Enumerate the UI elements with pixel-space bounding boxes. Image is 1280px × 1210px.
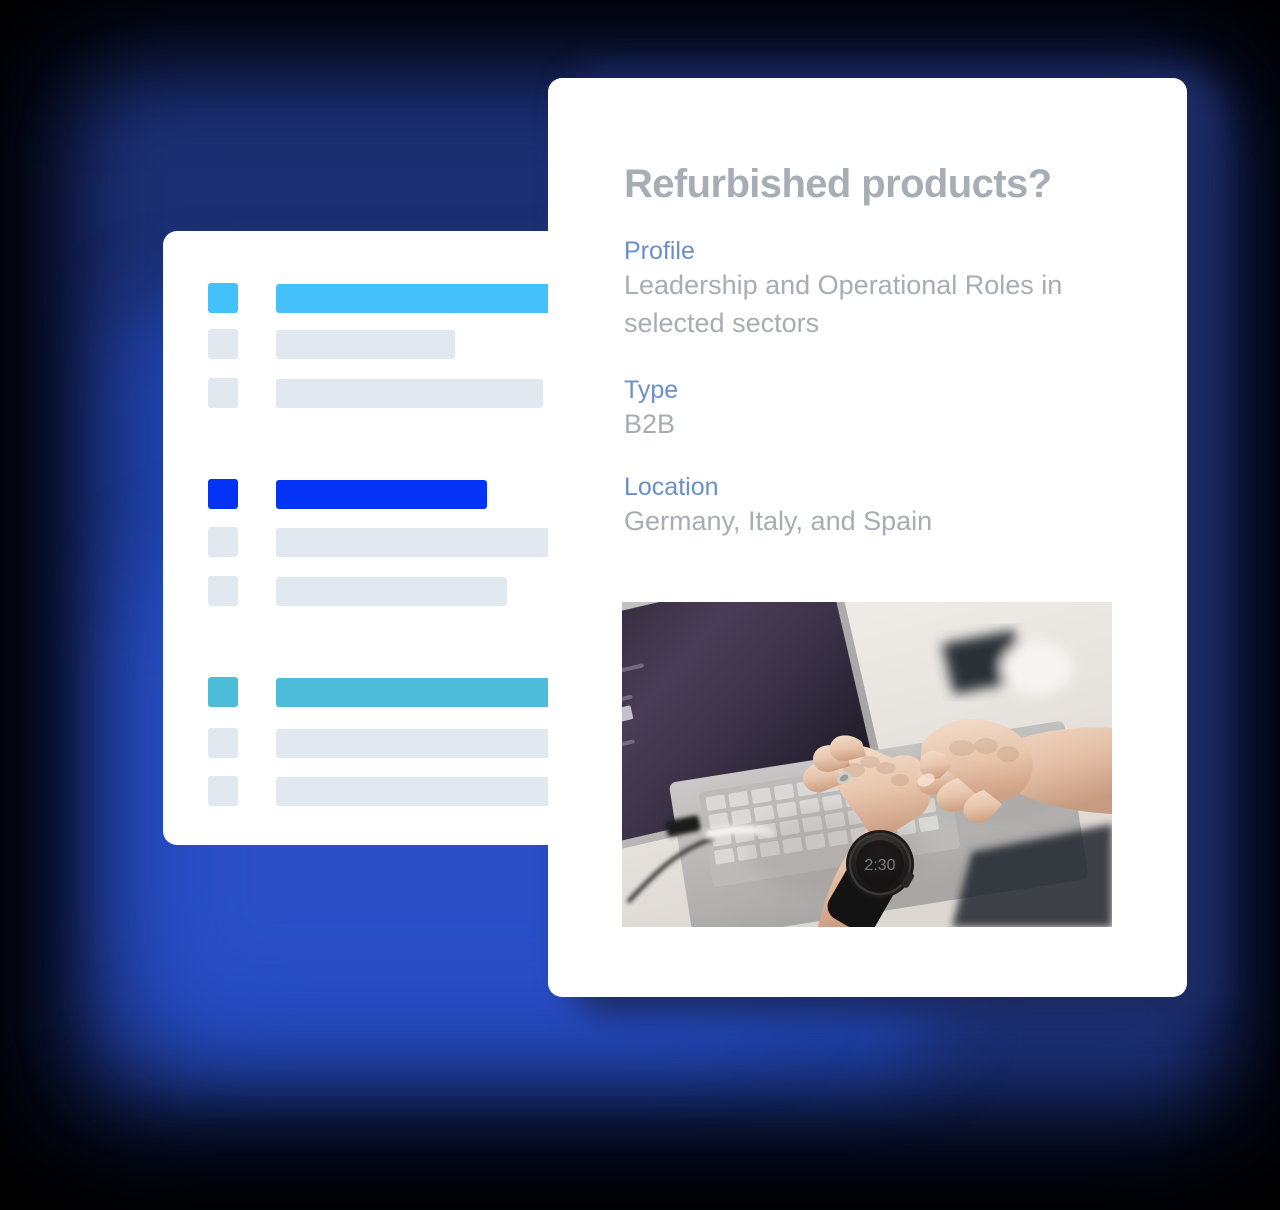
skeleton-row-container [163, 231, 593, 845]
skeleton-row [208, 479, 487, 509]
field-location: Location Germany, Italy, and Spain [624, 472, 932, 541]
field-profile-label: Profile [624, 237, 695, 265]
skeleton-row-marker [208, 576, 238, 606]
skeleton-row [208, 527, 589, 557]
field-profile-value: Leadership and Operational Roles in sele… [624, 270, 1063, 338]
screenshot-stage: Refurbished products? Profile Leadership… [0, 0, 1280, 1210]
skeleton-row [208, 576, 507, 606]
skeleton-row-bar [276, 776, 589, 806]
skeleton-row-bar [276, 677, 589, 707]
field-location-value: Germany, Italy, and Spain [624, 506, 933, 536]
hands-typing-on-laptop-photo: 2:30 [622, 602, 1112, 927]
skeleton-row-marker [208, 329, 238, 359]
svg-text:2:30: 2:30 [864, 857, 895, 874]
skeleton-row-bar [276, 728, 563, 758]
skeleton-row [208, 776, 589, 806]
field-type-label: Type [624, 376, 679, 404]
skeleton-row-marker [208, 283, 238, 313]
skeleton-row [208, 378, 543, 408]
skeleton-row-marker [208, 479, 238, 509]
field-type: Type B2B [624, 375, 678, 444]
skeleton-row-bar [276, 283, 563, 313]
field-location-label: Location [624, 473, 719, 501]
skeleton-row-marker [208, 776, 238, 806]
skeleton-row-marker [208, 527, 238, 557]
skeleton-row-bar [276, 479, 487, 509]
skeleton-row [208, 728, 563, 758]
skeleton-row-bar [276, 378, 543, 408]
skeleton-row [208, 329, 455, 359]
skeleton-row [208, 677, 589, 707]
skeleton-row-bar [276, 329, 455, 359]
skeleton-list-card [163, 231, 593, 845]
field-profile: Profile Leadership and Operational Roles… [624, 236, 1124, 343]
skeleton-row-marker [208, 728, 238, 758]
field-type-value: B2B [624, 409, 676, 439]
skeleton-row-bar [276, 527, 589, 557]
skeleton-row-bar [276, 576, 507, 606]
skeleton-row-marker [208, 378, 238, 408]
skeleton-row [208, 283, 563, 313]
page-title: Refurbished products? [624, 162, 1052, 206]
skeleton-row-marker [208, 677, 238, 707]
